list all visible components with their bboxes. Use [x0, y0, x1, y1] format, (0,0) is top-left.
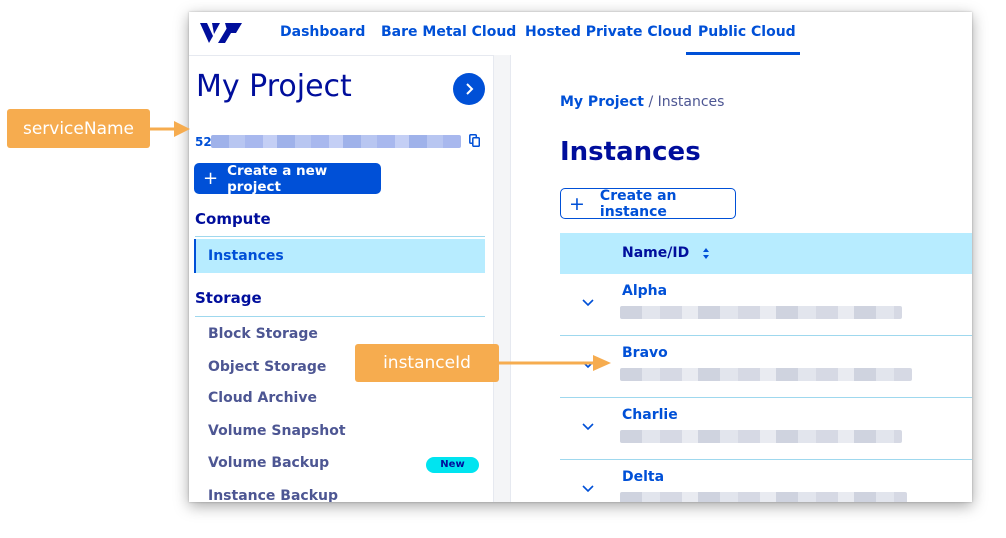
- create-project-button[interactable]: + Create a new project: [194, 162, 381, 195]
- sidebar-item-object-storage[interactable]: Object Storage: [208, 359, 326, 375]
- instance-id-redacted: [620, 368, 912, 381]
- section-divider: [195, 316, 485, 317]
- instance-name[interactable]: Charlie: [622, 407, 678, 423]
- table-row[interactable]: Bravo: [560, 336, 972, 398]
- instance-id-redacted: [620, 306, 902, 319]
- plus-icon: +: [569, 192, 585, 215]
- copy-icon[interactable]: [469, 134, 480, 147]
- instance-name[interactable]: Bravo: [622, 345, 668, 361]
- column-header-name-id[interactable]: Name/ID: [622, 245, 689, 261]
- nav-public-cloud[interactable]: Public Cloud: [698, 24, 796, 40]
- top-nav: Dashboard Bare Metal Cloud Hosted Privat…: [189, 12, 972, 55]
- sidebar-item-volume-backup[interactable]: Volume Backup: [208, 455, 329, 471]
- project-title: My Project: [196, 69, 352, 104]
- create-instance-label: Create an instance: [599, 187, 677, 220]
- sidebar-item-cloud-archive[interactable]: Cloud Archive: [208, 390, 317, 406]
- chevron-down-icon[interactable]: [582, 485, 594, 493]
- callout-arrow-icon: [499, 355, 611, 371]
- new-badge: New: [426, 457, 479, 473]
- section-storage: Storage: [195, 289, 262, 307]
- page-title: Instances: [560, 137, 701, 167]
- app-window: Dashboard Bare Metal Cloud Hosted Privat…: [189, 12, 972, 502]
- instance-name[interactable]: Delta: [622, 469, 664, 485]
- nav-bare-metal-cloud[interactable]: Bare Metal Cloud: [381, 24, 516, 40]
- table-row[interactable]: Delta: [560, 460, 972, 502]
- ovh-logo-icon[interactable]: [198, 20, 244, 46]
- plus-icon: +: [203, 168, 219, 189]
- sidebar: My Project 52 + Create a new project Com…: [189, 55, 493, 502]
- create-instance-button[interactable]: + Create an instance: [560, 187, 736, 220]
- section-compute: Compute: [195, 210, 271, 228]
- sidebar-item-block-storage[interactable]: Block Storage: [208, 326, 318, 342]
- callout-instance-id: instanceId: [355, 344, 499, 382]
- service-name-prefix: 52: [195, 135, 212, 149]
- sidebar-scrollbar[interactable]: [493, 55, 511, 502]
- project-switch-button[interactable]: [453, 73, 485, 105]
- instance-id-redacted: [620, 492, 907, 502]
- sidebar-item-instances[interactable]: Instances: [194, 239, 485, 273]
- callout-service-name: serviceName: [7, 109, 150, 148]
- table-row[interactable]: Charlie: [560, 398, 972, 460]
- sidebar-item-label: Instances: [208, 248, 284, 264]
- breadcrumb-separator: /: [648, 94, 654, 110]
- sidebar-item-volume-snapshot[interactable]: Volume Snapshot: [208, 423, 346, 439]
- chevron-down-icon[interactable]: [582, 299, 594, 307]
- instance-id-redacted: [620, 430, 902, 443]
- section-divider: [195, 236, 485, 237]
- chevron-right-icon: [466, 83, 474, 95]
- chevron-down-icon[interactable]: [582, 423, 594, 431]
- nav-dashboard[interactable]: Dashboard: [280, 24, 365, 40]
- table-header: Name/ID: [560, 233, 972, 274]
- callout-arrow-icon: [150, 121, 190, 137]
- main-content: My Project / Instances Instances + Creat…: [511, 55, 972, 502]
- service-name-redacted: [211, 135, 461, 148]
- instance-name[interactable]: Alpha: [622, 283, 667, 299]
- breadcrumb-current: Instances: [657, 94, 725, 110]
- nav-hosted-private-cloud[interactable]: Hosted Private Cloud: [525, 24, 692, 40]
- sort-icon[interactable]: [702, 247, 710, 260]
- sidebar-item-instance-backup[interactable]: Instance Backup: [208, 488, 338, 502]
- create-project-label: Create a new project: [227, 162, 328, 195]
- breadcrumb: My Project / Instances: [560, 94, 724, 110]
- table-row[interactable]: Alpha: [560, 274, 972, 336]
- breadcrumb-project-link[interactable]: My Project: [560, 94, 644, 110]
